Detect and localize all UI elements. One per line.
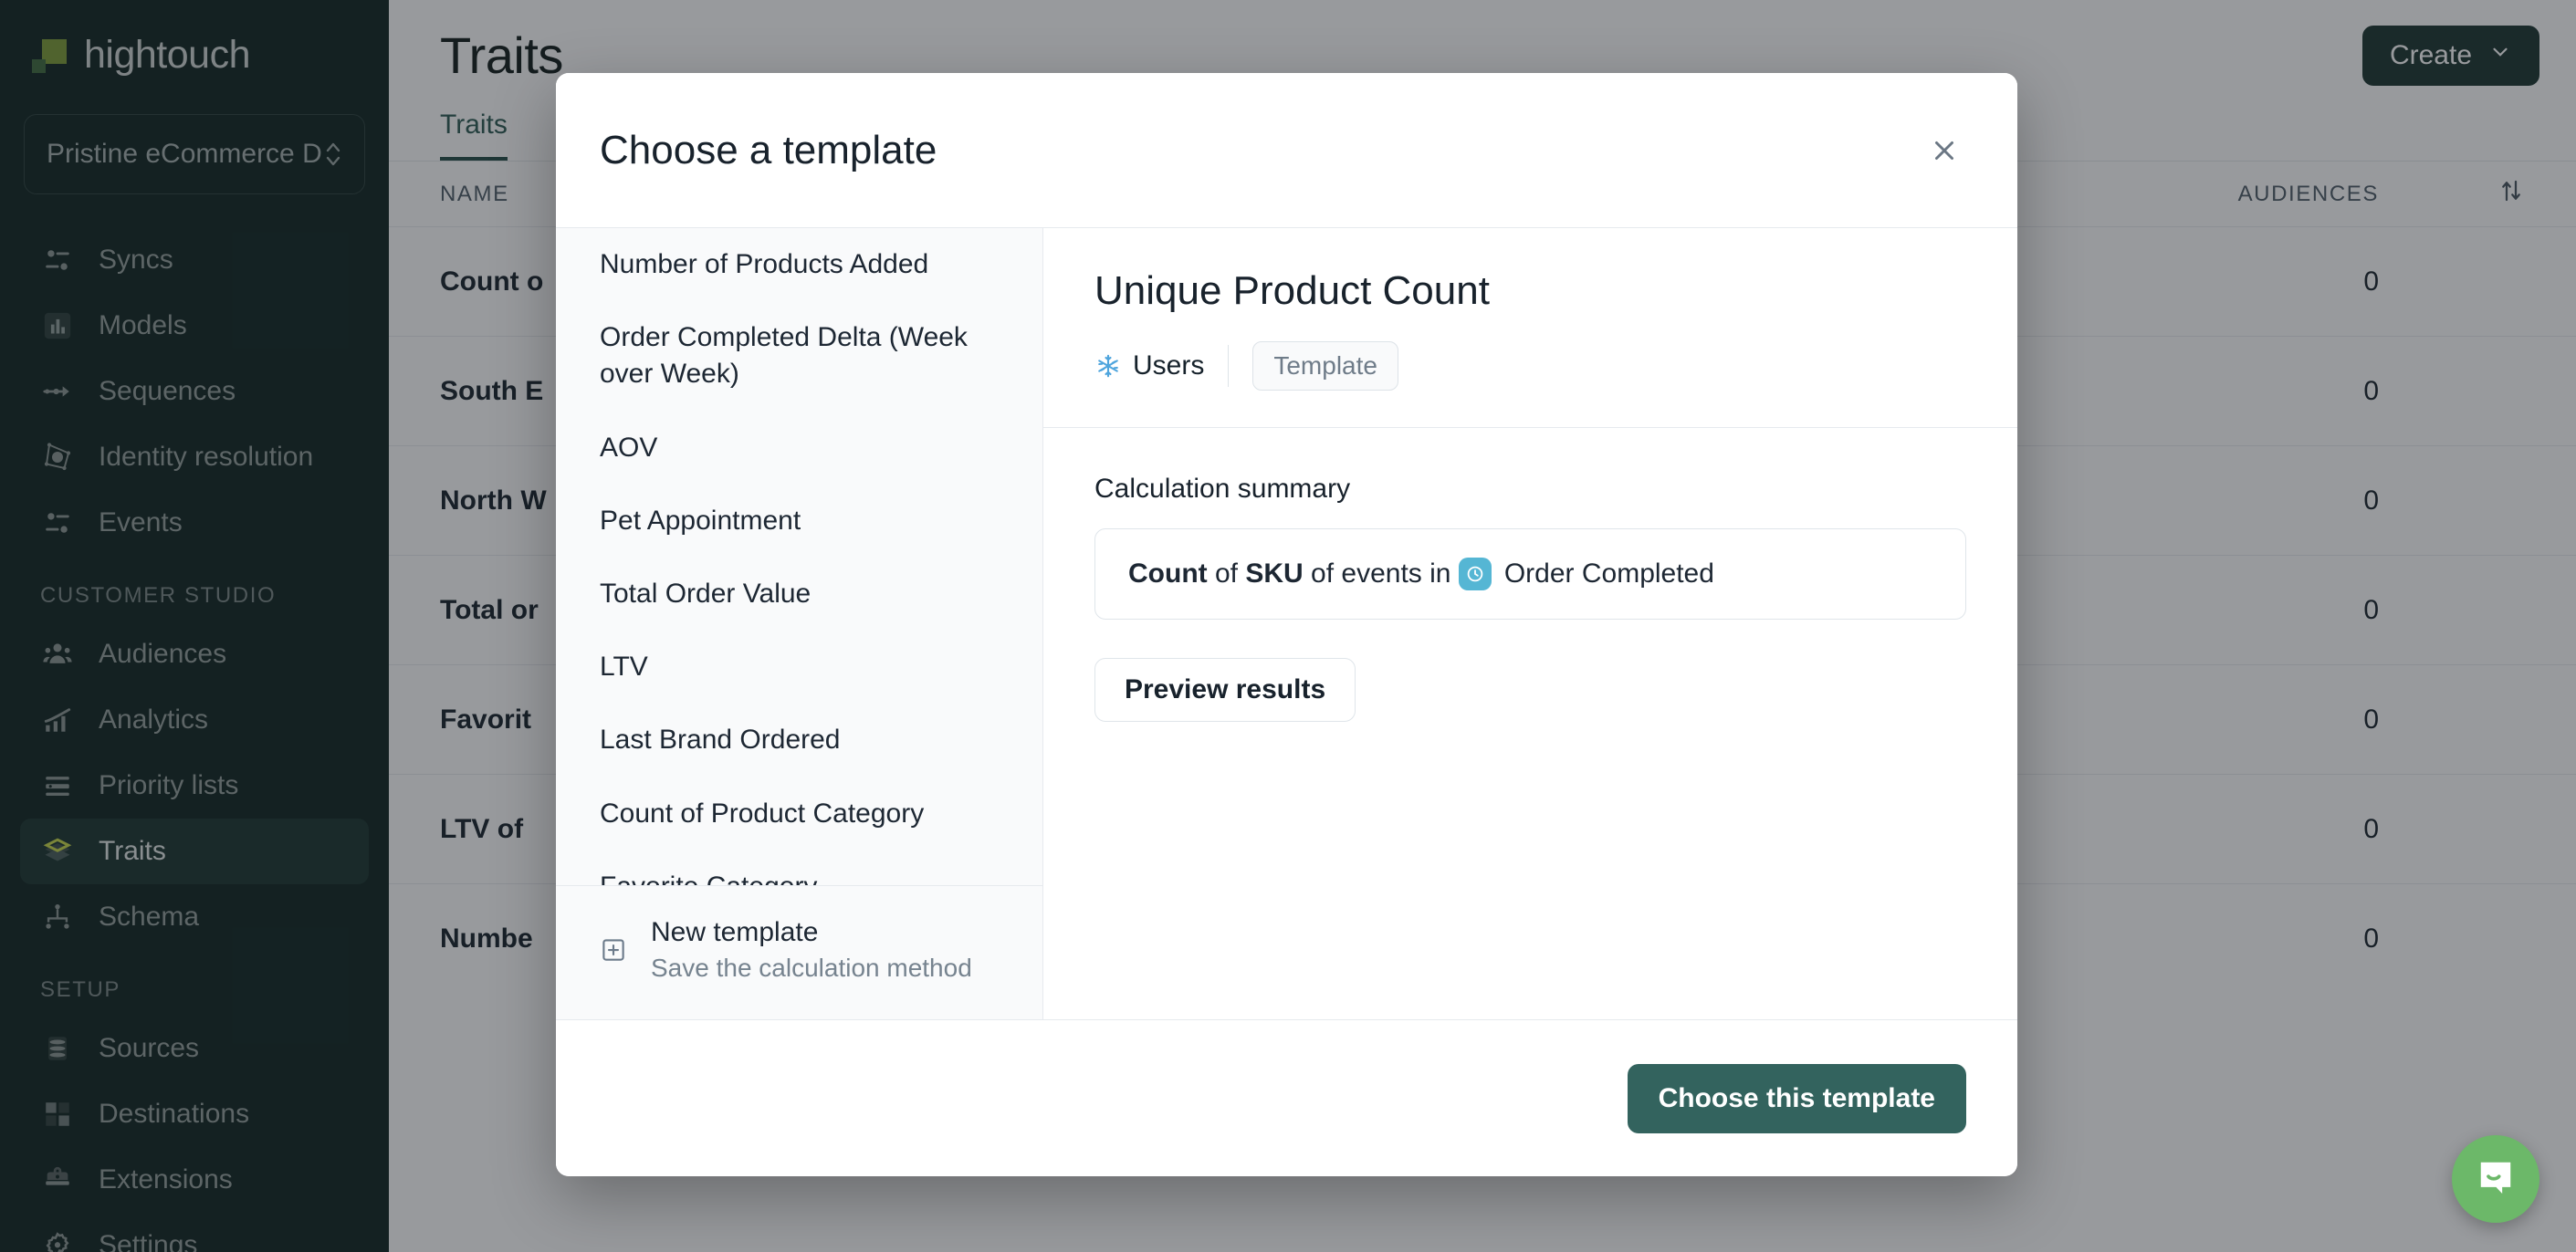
intercom-launcher[interactable]: [2452, 1135, 2539, 1223]
list-item[interactable]: Order Completed Delta (Week over Week): [556, 301, 1042, 411]
choose-template-modal: Choose a template Number of Products Add…: [556, 73, 2017, 1176]
list-item[interactable]: Number of Products Added: [556, 228, 1042, 301]
event-label: Order Completed: [1503, 558, 1714, 589]
clock-icon: [1458, 558, 1492, 590]
detail-meta: Users Template: [1094, 341, 1966, 391]
modal-body: Number of Products Added Order Completed…: [556, 227, 2017, 1019]
snowflake-icon: [1094, 352, 1122, 380]
source-label: Users: [1133, 350, 1205, 381]
choose-this-template-button[interactable]: Choose this template: [1627, 1063, 1966, 1133]
calc-middle: of events in: [1311, 558, 1451, 589]
new-template-button[interactable]: New template Save the calculation method: [556, 885, 1042, 1019]
new-template-subtitle: Save the calculation method: [651, 954, 972, 982]
template-detail: Unique Product Count Users Template Calc…: [1043, 228, 2017, 1019]
list-item[interactable]: Pet Appointment: [556, 485, 1042, 558]
list-item[interactable]: AOV: [556, 412, 1042, 485]
modal-footer: Choose this template: [556, 1019, 2017, 1176]
calc-prefix: Count: [1128, 558, 1208, 589]
app-root: hightouch Pristine eCommerce De… Syncs: [0, 0, 2576, 1252]
new-template-title: New template: [651, 917, 819, 947]
detail-header: Unique Product Count Users Template: [1043, 228, 2017, 428]
calculation-summary-box: Count of SKU of events in Order Complete…: [1094, 528, 1966, 620]
template-list-scroll[interactable]: Number of Products Added Order Completed…: [556, 228, 1042, 885]
modal-header: Choose a template: [556, 73, 2017, 227]
plus-square-icon: [600, 936, 627, 964]
source-parent-model: Users: [1094, 350, 1228, 381]
list-item[interactable]: Count of Product Category: [556, 777, 1042, 850]
list-item[interactable]: Total Order Value: [556, 558, 1042, 631]
list-item[interactable]: Favorite Category: [556, 850, 1042, 885]
calc-of: of: [1214, 558, 1239, 589]
status-badge: Template: [1252, 341, 1398, 391]
template-list: Number of Products Added Order Completed…: [556, 228, 1043, 1019]
chat-bubble-icon: [2472, 1153, 2519, 1205]
detail-title: Unique Product Count: [1094, 268, 1490, 313]
calculation-summary-label: Calculation summary: [1094, 474, 1351, 504]
calc-field: SKU: [1245, 558, 1304, 589]
close-icon[interactable]: [1922, 129, 1966, 172]
event-chip: Order Completed: [1458, 558, 1714, 590]
list-item[interactable]: Last Brand Ordered: [556, 704, 1042, 777]
meta-divider: [1228, 345, 1230, 387]
preview-results-button[interactable]: Preview results: [1094, 658, 1356, 722]
list-item[interactable]: LTV: [556, 631, 1042, 704]
detail-main: Calculation summary Count of SKU of even…: [1043, 428, 2017, 1019]
modal-title: Choose a template: [600, 127, 937, 172]
